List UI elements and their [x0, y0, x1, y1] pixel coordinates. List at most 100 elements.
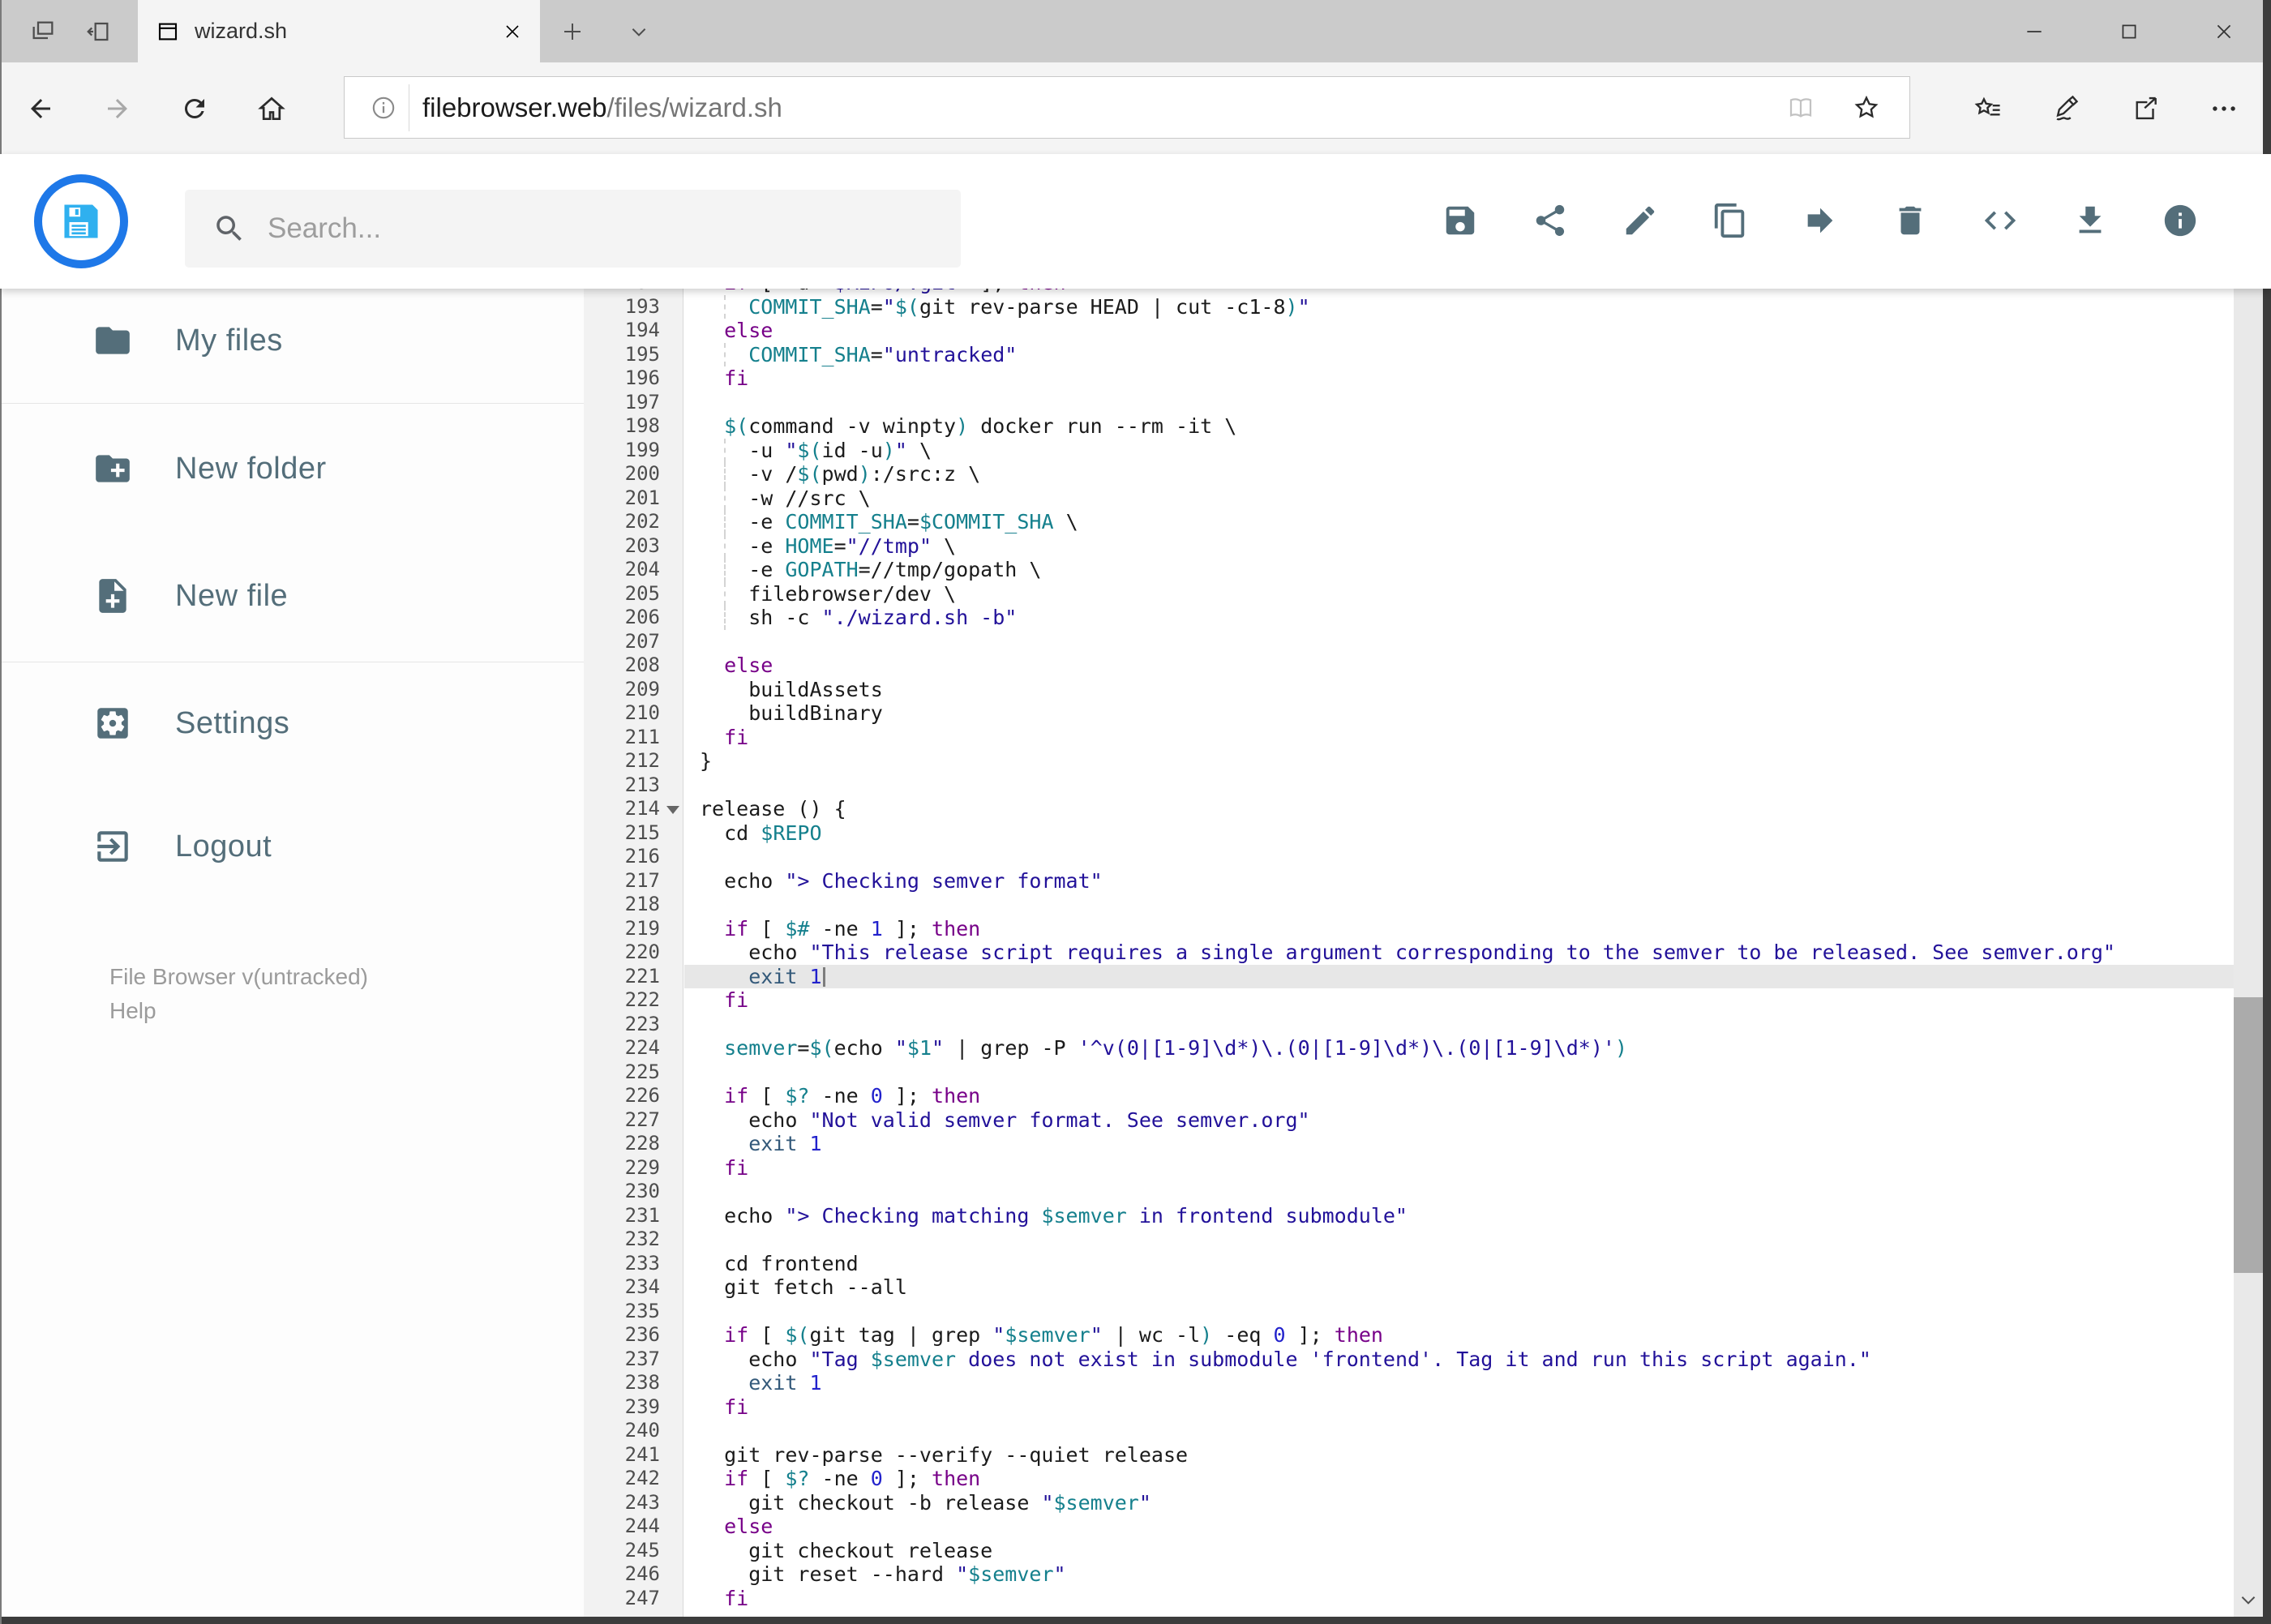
code-line-222[interactable]: 222 fi	[584, 988, 2234, 1013]
code-line-236[interactable]: 236 if [ $(git tag | grep "$semver" | wc…	[584, 1323, 2234, 1348]
delete-button[interactable]	[1892, 202, 1929, 239]
tabs-preview-button[interactable]	[23, 0, 63, 62]
code-line-240[interactable]: 240	[584, 1419, 2234, 1443]
search-input[interactable]: Search...	[185, 190, 961, 268]
code-line-201[interactable]: 201 -w //src \	[584, 486, 2234, 510]
refresh-nav-button[interactable]	[167, 62, 222, 154]
forward-nav-button[interactable]	[90, 62, 145, 154]
copy-button[interactable]	[1712, 202, 1749, 239]
code-line-245[interactable]: 245 git checkout release	[584, 1539, 2234, 1563]
info-button[interactable]	[2162, 202, 2199, 239]
code-line-227[interactable]: 227 echo "Not valid semver format. See s…	[584, 1108, 2234, 1133]
code-line-194[interactable]: 194 else	[584, 319, 2234, 343]
code-line-237[interactable]: 237 echo "Tag $semver does not exist in …	[584, 1348, 2234, 1372]
code-line-206[interactable]: 206 sh -c "./wizard.sh -b"	[584, 606, 2234, 630]
code-line-211[interactable]: 211 fi	[584, 726, 2234, 750]
code-line-204[interactable]: 204 -e GOPATH=//tmp/gopath \	[584, 558, 2234, 582]
scrollbar-down-arrow-icon[interactable]	[2234, 1583, 2263, 1617]
code-line-241[interactable]: 241 git rev-parse --verify --quiet relea…	[584, 1443, 2234, 1468]
ellipsis-button[interactable]	[2196, 62, 2252, 154]
home-nav-button[interactable]	[244, 62, 299, 154]
site-info-icon[interactable]	[370, 94, 397, 122]
code-line-198[interactable]: 198 $(command -v winpty) docker run --rm…	[584, 414, 2234, 439]
maximize-window-button[interactable]	[2097, 0, 2160, 62]
minimize-window-button[interactable]	[2003, 0, 2065, 62]
code-line-228[interactable]: 228 exit 1	[584, 1132, 2234, 1156]
code-line-209[interactable]: 209 buildAssets	[584, 678, 2234, 702]
code-line-215[interactable]: 215 cd $REPO	[584, 821, 2234, 846]
sidebar-item-new-file[interactable]: New file	[2, 560, 584, 632]
code-line-203[interactable]: 203 -e HOME="//tmp" \	[584, 533, 2234, 558]
edit-button[interactable]	[1622, 202, 1659, 239]
share-button[interactable]	[2118, 62, 2173, 154]
move-button[interactable]	[1802, 202, 1839, 239]
browser-tab[interactable]: wizard.sh	[138, 0, 540, 62]
code-line-223[interactable]: 223	[584, 1013, 2234, 1037]
code-line-225[interactable]: 225	[584, 1061, 2234, 1085]
code-line-229[interactable]: 229 fi	[584, 1156, 2234, 1181]
set-tabs-aside-button[interactable]	[78, 0, 118, 62]
code-line-220[interactable]: 220 echo "This release script requires a…	[584, 941, 2234, 965]
code-line-231[interactable]: 231 echo "> Checking matching $semver in…	[584, 1204, 2234, 1228]
sidebar-item-settings[interactable]: Settings	[2, 688, 584, 759]
code-line-235[interactable]: 235	[584, 1300, 2234, 1324]
code-line-226[interactable]: 226 if [ $? -ne 0 ]; then	[584, 1084, 2234, 1108]
code-line-219[interactable]: 219 if [ $# -ne 1 ]; then	[584, 917, 2234, 941]
code-line-214[interactable]: 214 release () {	[584, 797, 2234, 821]
web-note-pen-button[interactable]	[2039, 62, 2094, 154]
save-button[interactable]	[1442, 202, 1479, 239]
tab-close-icon[interactable]	[503, 22, 522, 41]
code-line-205[interactable]: 205 filebrowser/dev \	[584, 581, 2234, 606]
code-line-193[interactable]: 193 COMMIT_SHA="$(git rev-parse HEAD | c…	[584, 294, 2234, 319]
code-button[interactable]	[1982, 202, 2019, 239]
code-line-232[interactable]: 232	[584, 1228, 2234, 1252]
sidebar-item-my-files[interactable]: My files	[2, 305, 584, 376]
code-line-239[interactable]: 239 fi	[584, 1395, 2234, 1420]
add-favorite-star-icon[interactable]	[1851, 92, 1882, 123]
code-line-230[interactable]: 230	[584, 1180, 2234, 1204]
code-line-218[interactable]: 218	[584, 893, 2234, 917]
code-line-221[interactable]: 221 exit 1	[584, 964, 2234, 988]
code-line-216[interactable]: 216	[584, 845, 2234, 869]
code-line-244[interactable]: 244 else	[584, 1515, 2234, 1539]
code-editor[interactable]: 192 if [ -d "$REPO/.git" ]; then193 COMM…	[584, 289, 2234, 1617]
code-line-212[interactable]: 212}	[584, 749, 2234, 773]
sidebar-item-logout[interactable]: Logout	[2, 811, 584, 882]
share-nodes-button[interactable]	[1532, 202, 1569, 239]
hub-favorites-button[interactable]	[1960, 62, 2016, 154]
code-line-213[interactable]: 213	[584, 773, 2234, 798]
url-text[interactable]: filebrowser.web/files/wizard.sh	[422, 92, 1786, 123]
new-tab-button[interactable]	[553, 0, 592, 62]
address-bar[interactable]: filebrowser.web/files/wizard.sh	[344, 76, 1910, 139]
code-line-195[interactable]: 195 COMMIT_SHA="untracked"	[584, 342, 2234, 366]
code-line-207[interactable]: 207	[584, 630, 2234, 654]
vertical-scrollbar[interactable]	[2234, 154, 2263, 1617]
code-line-217[interactable]: 217 echo "> Checking semver format"	[584, 869, 2234, 893]
code-line-233[interactable]: 233 cd frontend	[584, 1252, 2234, 1276]
code-line-202[interactable]: 202 -e COMMIT_SHA=$COMMIT_SHA \	[584, 510, 2234, 534]
code-line-208[interactable]: 208 else	[584, 653, 2234, 678]
code-line-192[interactable]: 192 if [ -d "$REPO/.git" ]; then	[584, 289, 2234, 295]
code-line-210[interactable]: 210 buildBinary	[584, 701, 2234, 726]
close-window-button[interactable]	[2192, 0, 2255, 62]
scrollbar-thumb[interactable]	[2234, 997, 2263, 1273]
code-line-247[interactable]: 247 fi	[584, 1587, 2234, 1611]
filebrowser-logo[interactable]	[34, 174, 128, 268]
sidebar-item-new-folder[interactable]: New folder	[2, 433, 584, 504]
code-line-238[interactable]: 238 exit 1	[584, 1371, 2234, 1395]
fold-arrow-icon[interactable]	[666, 806, 679, 814]
code-line-242[interactable]: 242 if [ $? -ne 0 ]; then	[584, 1467, 2234, 1491]
back-nav-button[interactable]	[13, 62, 68, 154]
help-link[interactable]: Help	[109, 994, 368, 1028]
download-button[interactable]	[2072, 202, 2109, 239]
code-line-200[interactable]: 200 -v /$(pwd):/src:z \	[584, 462, 2234, 486]
code-line-246[interactable]: 246 git reset --hard "$semver"	[584, 1562, 2234, 1587]
code-line-199[interactable]: 199 -u "$(id -u)" \	[584, 438, 2234, 462]
code-line-224[interactable]: 224 semver=$(echo "$1" | grep -P '^v(0|[…	[584, 1036, 2234, 1061]
code-line-234[interactable]: 234 git fetch --all	[584, 1275, 2234, 1300]
reading-view-icon[interactable]	[1786, 93, 1815, 122]
tab-preview-chevron-icon[interactable]	[621, 0, 657, 62]
code-line-197[interactable]: 197	[584, 391, 2234, 415]
code-line-243[interactable]: 243 git checkout -b release "$semver"	[584, 1491, 2234, 1515]
code-line-196[interactable]: 196 fi	[584, 366, 2234, 391]
